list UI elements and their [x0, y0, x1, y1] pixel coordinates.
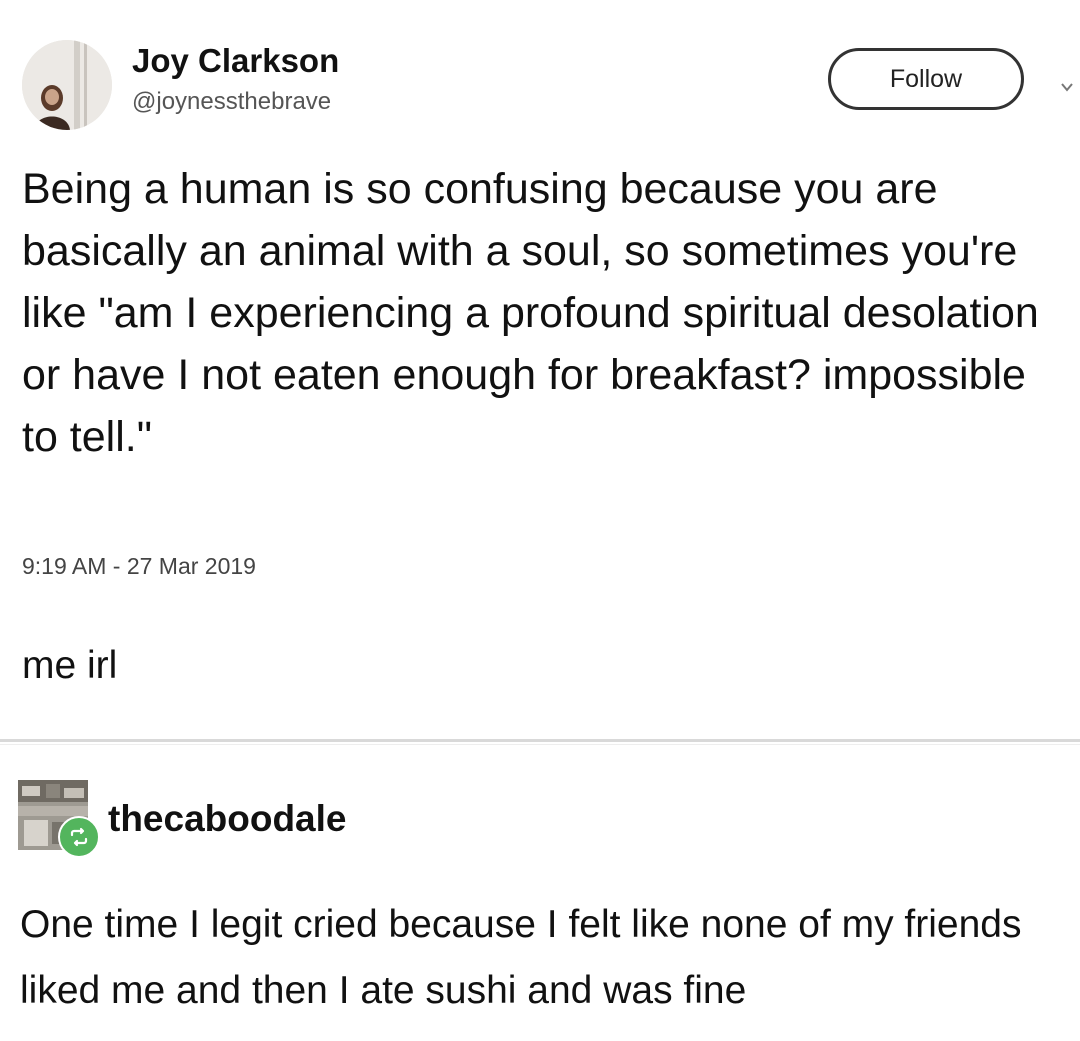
- avatar-photo: [22, 40, 112, 130]
- section-divider-shadow: [0, 744, 1080, 745]
- reblogger-username[interactable]: thecaboodale: [108, 798, 347, 840]
- reblog-icon: [70, 827, 88, 847]
- tweet-timestamp[interactable]: 9:19 AM - 27 Mar 2019: [22, 553, 256, 580]
- section-divider: [0, 739, 1080, 742]
- reblog-badge: [58, 816, 100, 858]
- follow-button[interactable]: Follow: [828, 48, 1024, 110]
- author-name[interactable]: Joy Clarkson: [132, 42, 339, 80]
- author-handle[interactable]: @joynessthebrave: [132, 88, 331, 116]
- tweet-text: Being a human is so confusing because yo…: [22, 165, 1039, 461]
- post-caption: me irl: [22, 644, 118, 687]
- author-avatar[interactable]: [22, 40, 112, 130]
- reblog-text: One time I legit cried because I felt li…: [20, 903, 1022, 1012]
- chevron-down-icon[interactable]: [1060, 80, 1074, 94]
- embedded-tweet: Joy Clarkson @joynessthebrave Follow Bei…: [0, 0, 1080, 740]
